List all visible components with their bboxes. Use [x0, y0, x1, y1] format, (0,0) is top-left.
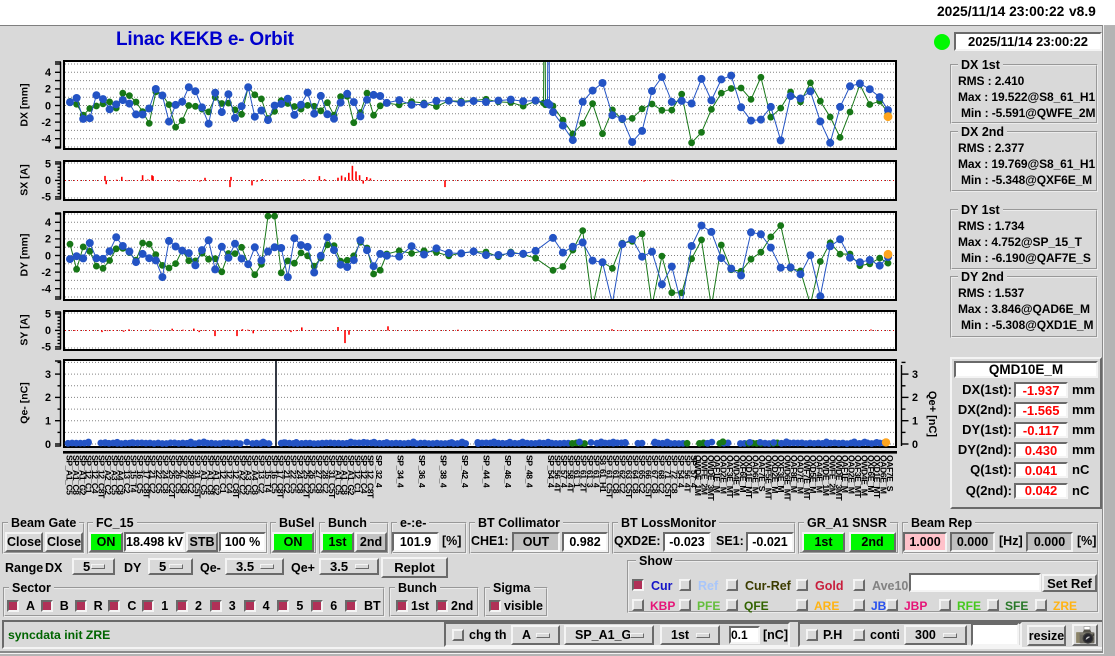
svg-text:SP_12_C8T: SP_12_C8T	[365, 455, 375, 499]
svg-text:SP_42_4: SP_42_4	[460, 455, 470, 488]
svg-text:0: 0	[45, 100, 51, 112]
svg-text:-4: -4	[41, 134, 51, 146]
svg-text:SP_48_4: SP_48_4	[525, 455, 535, 488]
svg-text:SP_36_4: SP_36_4	[417, 455, 427, 488]
svg-text:3: 3	[912, 369, 918, 381]
svg-text:-5: -5	[41, 192, 51, 204]
svg-text:Qe- [nC]: Qe- [nC]	[19, 382, 31, 423]
svg-text:0: 0	[45, 439, 51, 451]
svg-text:4: 4	[45, 67, 51, 79]
svg-text:-5: -5	[41, 342, 51, 354]
svg-text:2: 2	[912, 392, 918, 404]
svg-text:DY [mm]: DY [mm]	[19, 234, 31, 277]
svg-text:5: 5	[45, 309, 51, 321]
svg-text:SP_38_4: SP_38_4	[439, 455, 449, 488]
svg-text:1: 1	[912, 416, 918, 428]
svg-text:-2: -2	[41, 267, 51, 279]
svg-text:4: 4	[45, 217, 51, 229]
svg-text:Qe+ [nC]: Qe+ [nC]	[926, 391, 938, 437]
svg-text:5: 5	[45, 159, 51, 171]
svg-text:0: 0	[912, 439, 918, 451]
svg-text:2: 2	[45, 392, 51, 404]
svg-text:0: 0	[45, 325, 51, 337]
svg-text:2: 2	[45, 234, 51, 246]
svg-text:SP_34_4: SP_34_4	[396, 455, 406, 488]
svg-text:0: 0	[45, 250, 51, 262]
svg-text:0: 0	[45, 175, 51, 187]
svg-text:SY [A]: SY [A]	[19, 314, 31, 345]
svg-text:1: 1	[45, 416, 51, 428]
svg-text:DX [mm]: DX [mm]	[19, 83, 31, 126]
svg-text:-2: -2	[41, 117, 51, 129]
svg-text:3: 3	[45, 369, 51, 381]
svg-text:-4: -4	[41, 284, 51, 296]
svg-text:SP_32_4: SP_32_4	[374, 455, 384, 488]
svg-text:SP_46_4: SP_46_4	[503, 455, 513, 488]
svg-text:2: 2	[45, 84, 51, 96]
svg-text:SX [A]: SX [A]	[19, 164, 31, 196]
svg-text:QAF7E_S: QAF7E_S	[885, 455, 895, 492]
svg-text:SP_44_4: SP_44_4	[482, 455, 492, 488]
